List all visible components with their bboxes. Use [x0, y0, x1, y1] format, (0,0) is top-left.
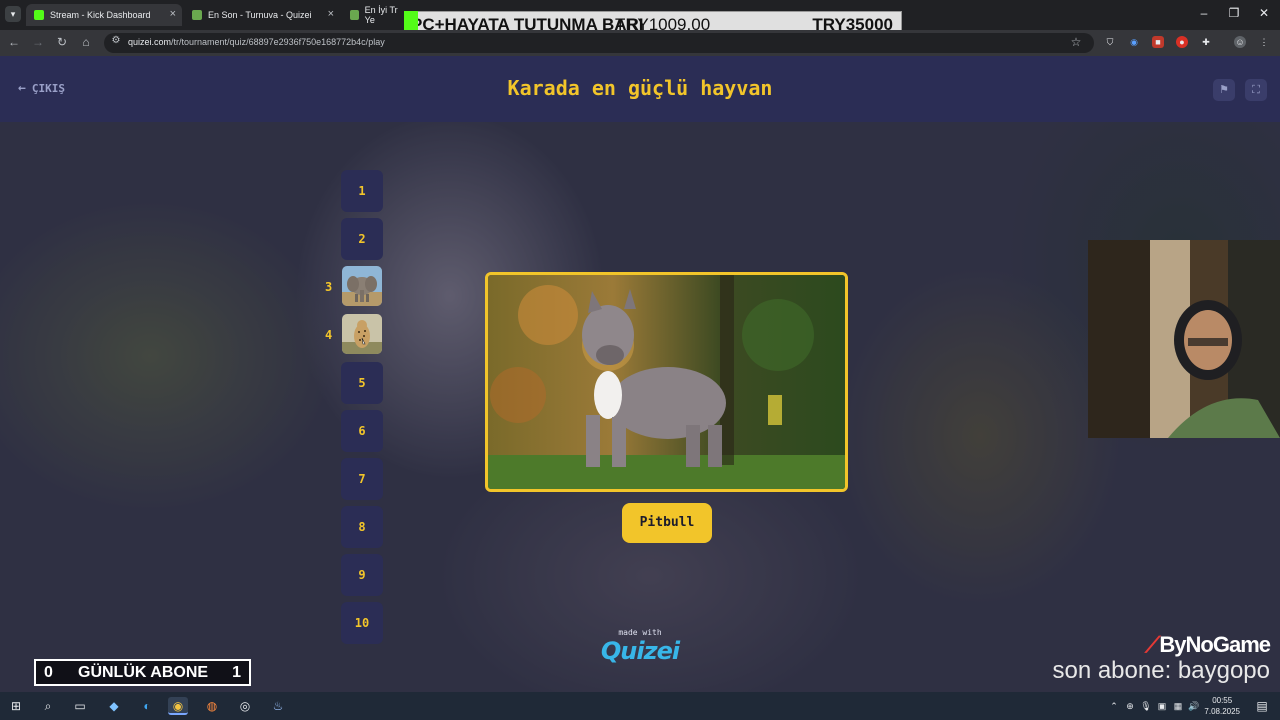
minimize-icon[interactable]: – — [1194, 6, 1214, 20]
round-item-6[interactable]: 6 — [318, 410, 398, 458]
copilot-icon[interactable]: ◆ — [104, 697, 124, 715]
round-number: 4 — [325, 328, 333, 342]
tab-label: En İyi Tr Ye — [364, 5, 398, 25]
quizei-logo: Quizei — [600, 637, 680, 665]
last-subscriber: son abone: baygopo — [1052, 657, 1270, 684]
round-item-9[interactable]: 9 — [318, 554, 398, 602]
kick-icon — [34, 10, 44, 20]
round-list: 1 2 3 4 5 6 7 8 9 10 — [318, 170, 398, 650]
site-info-icon[interactable]: ⚙ — [108, 35, 124, 46]
reload-icon[interactable]: ↻ — [54, 35, 70, 49]
shield-extension-icon[interactable]: ⛉ — [1104, 36, 1116, 48]
report-flag-icon[interactable]: ⚑ — [1213, 79, 1235, 101]
url-host: quizei.com — [128, 37, 172, 47]
close-tab-icon[interactable]: × — [170, 8, 176, 20]
sub-counter-label: GÜNLÜK ABONE — [78, 664, 209, 681]
edge-icon[interactable]: ◐ — [137, 697, 157, 715]
round-item-4[interactable]: 4 — [318, 314, 398, 362]
red-extension-icon[interactable]: ■ — [1152, 36, 1164, 48]
round-item-5[interactable]: 5 — [318, 362, 398, 410]
url-field[interactable]: ⚙ quizei.com/tr/tournament/quiz/68897e29… — [104, 33, 1094, 53]
tab-label: Stream - Kick Dashboard — [50, 10, 151, 20]
round-number[interactable]: 5 — [341, 362, 383, 404]
answer-button[interactable]: Pitbull — [622, 503, 712, 543]
quizei-favicon-icon — [192, 10, 202, 20]
daily-sub-counter: 0 GÜNLÜK ABONE 1 — [34, 659, 251, 686]
obs-icon[interactable]: ◎ — [235, 697, 255, 715]
round-item-2[interactable]: 2 — [318, 218, 398, 266]
tab-en-iyi[interactable]: En İyi Tr Ye — [342, 4, 404, 26]
url-text: quizei.com/tr/tournament/quiz/68897e2936… — [128, 37, 385, 47]
volume-icon[interactable]: 🔊 — [1184, 697, 1204, 715]
windows-start-icon[interactable]: ⊞ — [6, 697, 26, 715]
sponsor-name: ByNoGame — [1159, 632, 1271, 657]
task-view-icon[interactable]: ▭ — [70, 697, 90, 715]
round-number[interactable]: 10 — [341, 602, 383, 644]
made-with-label: made with — [618, 628, 662, 637]
round-number: 3 — [325, 280, 333, 294]
bookmark-star-icon[interactable]: ☆ — [1068, 35, 1084, 49]
leopard-thumbnail[interactable] — [342, 314, 382, 354]
kebab-menu-icon[interactable]: ⋮ — [1258, 36, 1270, 48]
tab-label: En Son - Turnuva - Quizei — [208, 10, 312, 20]
quizei-favicon-icon — [350, 10, 359, 20]
round-item-8[interactable]: 8 — [318, 506, 398, 554]
round-number[interactable]: 9 — [341, 554, 383, 596]
round-number[interactable]: 2 — [341, 218, 383, 260]
made-with-quizei[interactable]: made with Quizei — [598, 628, 682, 665]
quiz-title: Karada en güçlü hayvan — [507, 76, 773, 100]
sub-count-left: 0 — [44, 664, 53, 681]
sponsor-mark-icon: ⟋ — [1145, 632, 1160, 657]
chrome-icon[interactable]: ◉ — [168, 697, 188, 715]
forward-icon[interactable]: → — [30, 35, 46, 49]
audio-extension-icon[interactable]: ◉ — [1128, 36, 1140, 48]
record-extension-icon[interactable]: ● — [1176, 36, 1188, 48]
round-item-7[interactable]: 7 — [318, 458, 398, 506]
close-tab-icon[interactable]: × — [328, 8, 334, 20]
pitbull-image[interactable] — [485, 272, 848, 492]
close-window-icon[interactable]: ✕ — [1254, 6, 1274, 20]
profile-avatar-icon[interactable]: ☺ — [1234, 36, 1246, 48]
tab-search-button[interactable]: ▾ — [5, 6, 21, 22]
firefox-icon[interactable]: ◍ — [202, 697, 222, 715]
clock-date: 7.08.2025 — [1204, 707, 1240, 716]
steam-icon[interactable]: ♨ — [268, 697, 288, 715]
tab-kick-dashboard[interactable]: Stream - Kick Dashboard × — [26, 4, 182, 26]
tab-quizei[interactable]: En Son - Turnuva - Quizei × — [184, 4, 340, 26]
address-bar-row: ← → ↻ ⌂ ⚙ quizei.com/tr/tournament/quiz/… — [0, 30, 1280, 56]
restore-icon[interactable]: ❐ — [1224, 6, 1244, 20]
quiz-header: ← ÇIKIŞ Karada en güçlü hayvan ⚑ ⛶ — [0, 56, 1280, 122]
round-item-10[interactable]: 10 — [318, 602, 398, 650]
round-number[interactable]: 6 — [341, 410, 383, 452]
clock-time: 00:55 — [1212, 696, 1233, 705]
round-number[interactable]: 1 — [341, 170, 383, 212]
home-icon[interactable]: ⌂ — [78, 35, 94, 49]
system-clock[interactable]: 00:55 7.08.2025 — [1204, 695, 1240, 717]
round-number[interactable]: 7 — [341, 458, 383, 500]
sponsor-logo: ⟋ByNoGame — [1145, 632, 1271, 658]
fullscreen-icon[interactable]: ⛶ — [1245, 79, 1267, 101]
extensions-puzzle-icon[interactable]: ✚ — [1200, 36, 1212, 48]
search-icon[interactable]: ⌕ — [38, 697, 58, 715]
windows-taskbar: ⊞ ⌕ ▭ ◆ ◐ ◉ ◍ ◎ ♨ ⌃ ⊕ 🎙 ▣ ▦ 🔊 00:55 7.08… — [0, 692, 1280, 720]
webcam-feed — [1088, 240, 1280, 438]
round-number[interactable]: 8 — [341, 506, 383, 548]
back-icon[interactable]: ← — [6, 35, 22, 49]
round-item-3[interactable]: 3 — [318, 266, 398, 314]
notification-icon[interactable]: ▤ — [1252, 697, 1272, 715]
sub-count-right: 1 — [232, 664, 241, 681]
url-path: /tr/tournament/quiz/68897e2936f750e16877… — [171, 37, 385, 47]
elephant-thumbnail[interactable] — [342, 266, 382, 306]
round-item-1[interactable]: 1 — [318, 170, 398, 218]
